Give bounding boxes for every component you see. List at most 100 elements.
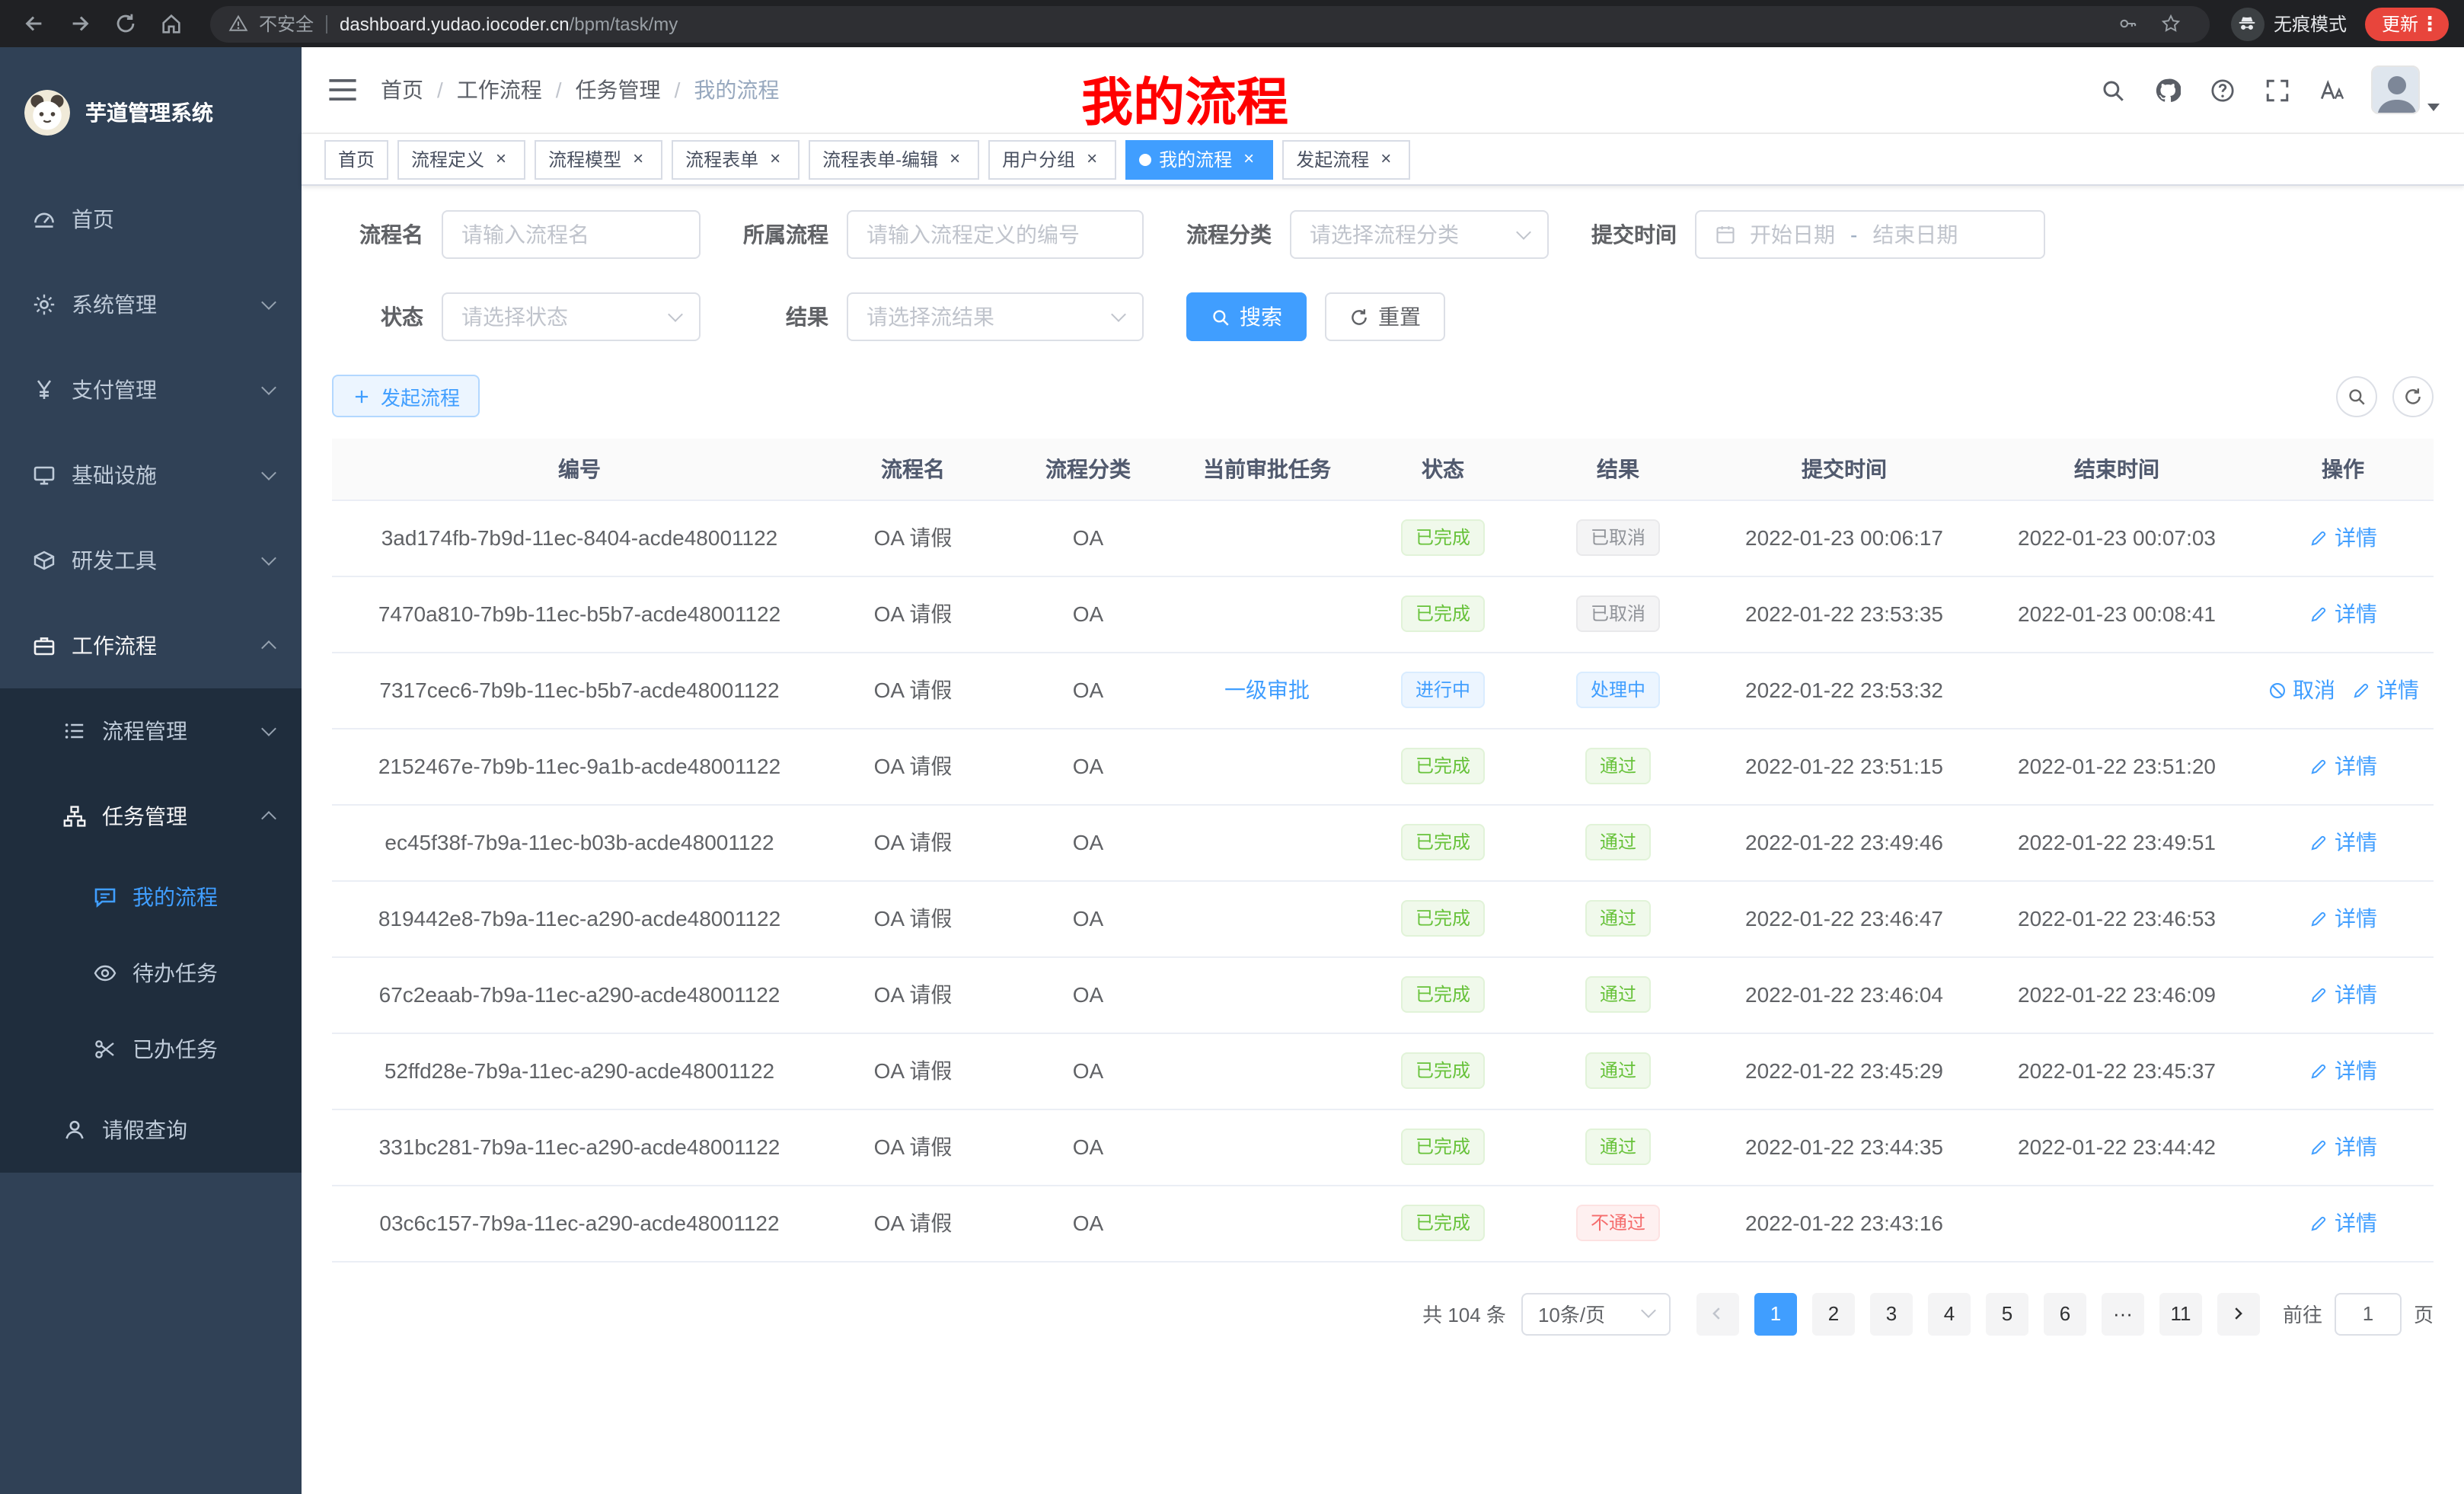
next-page-button[interactable] [2217,1292,2260,1335]
sidebar-item-home[interactable]: 首页 [0,177,302,262]
search-button[interactable]: 搜索 [1186,292,1307,341]
end-time-cell: 2022-01-22 23:45:37 [1981,1033,2252,1109]
cancel-link[interactable]: 取消 [2267,675,2335,705]
url-path[interactable]: /bpm/task/my [570,13,678,34]
github-icon[interactable] [2152,75,2182,105]
sidebar-item-payment-management[interactable]: 支付管理 [0,347,302,433]
category-cell: OA [999,804,1177,880]
tab-item[interactable]: 首页 [324,139,388,179]
id-cell: 7317cec6-7b9b-11ec-b5b7-acde48001122 [332,652,827,728]
sidebar-item-workflow[interactable]: 工作流程 [0,603,302,688]
page-button-2[interactable]: 2 [1812,1292,1855,1335]
sidebar-collapse-button[interactable] [326,73,359,107]
detail-link[interactable]: 详情 [2309,903,2377,934]
sidebar-item-infrastructure[interactable]: 基础设施 [0,433,302,518]
tab-item[interactable]: 流程定义× [397,139,525,179]
page-button-11[interactable]: 11 [2159,1292,2202,1335]
page-button-3[interactable]: 3 [1870,1292,1913,1335]
sidebar-item-done-task[interactable]: 已办任务 [0,1011,302,1087]
tab-item[interactable]: 发起流程 × [1282,139,1410,179]
update-button[interactable]: 更新 ⋮ [2365,7,2449,40]
tab-label: 发起流程 [1296,146,1369,172]
forward-icon[interactable] [61,5,97,42]
tab-close-icon[interactable]: × [764,148,786,170]
toggle-search-button[interactable] [2336,375,2377,417]
create-process-button[interactable]: 发起流程 [332,375,480,417]
sidebar-item-system-management[interactable]: 系统管理 [0,262,302,347]
tab-close-icon[interactable]: × [944,148,965,170]
sidebar-item-label: 任务管理 [102,801,187,832]
category-select[interactable]: 请选择流程分类 [1290,210,1549,259]
tab-close-icon[interactable]: × [490,148,512,170]
process-name-input[interactable] [442,210,701,259]
fullscreen-icon[interactable] [2261,75,2292,105]
sidebar-item-leave-query[interactable]: 请假查询 [0,1087,302,1173]
tab-close-icon[interactable]: × [1375,148,1396,170]
task-link[interactable]: 一级审批 [1224,675,1310,705]
home-icon[interactable] [152,5,189,42]
incognito-badge[interactable]: 无痕模式 [2231,7,2347,40]
tab-item[interactable]: 流程表单-编辑× [809,139,979,179]
page-button-6[interactable]: 6 [2044,1292,2086,1335]
help-icon[interactable] [2207,75,2237,105]
detail-link[interactable]: 详情 [2309,1055,2377,1086]
tab-close-icon[interactable]: × [627,148,649,170]
current-task-cell [1177,728,1357,804]
refresh-table-button[interactable] [2392,375,2434,417]
tab-close-icon[interactable]: × [1081,148,1103,170]
font-size-icon[interactable] [2316,75,2347,105]
page-button-5[interactable]: 5 [1986,1292,2028,1335]
date-range-picker[interactable]: 开始日期 - 结束日期 [1695,210,2045,259]
process-definition-input[interactable] [847,210,1144,259]
breadcrumb-item[interactable]: 任务管理 [576,75,661,105]
detail-link[interactable]: 详情 [2309,751,2377,781]
back-icon[interactable] [15,5,52,42]
detail-link[interactable]: 详情 [2309,827,2377,857]
status-select[interactable]: 请选择状态 [442,292,701,341]
status-tag: 已完成 [1402,1205,1484,1241]
detail-link[interactable]: 详情 [2309,1208,2377,1238]
tab-close-icon[interactable]: × [1238,148,1259,170]
detail-link[interactable]: 详情 [2351,675,2419,705]
detail-link[interactable]: 详情 [2309,979,2377,1010]
breadcrumb-item[interactable]: 工作流程 [457,75,542,105]
yen-icon [30,377,56,403]
detail-link[interactable]: 详情 [2309,599,2377,629]
sidebar-menu: 首页系统管理支付管理基础设施研发工具工作流程流程管理任务管理我的流程待办任务已办… [0,177,302,1173]
goto-page-input[interactable] [2335,1292,2402,1335]
refresh-icon[interactable] [107,5,143,42]
tab-item[interactable]: 我的流程× [1125,139,1273,179]
bookmark-star-icon[interactable] [2161,13,2182,34]
reset-button[interactable]: 重置 [1325,292,1445,341]
app-logo-row[interactable]: 芋道管理系统 [0,47,302,177]
sidebar-item-task-management[interactable]: 任务管理 [0,774,302,859]
detail-link[interactable]: 详情 [2309,522,2377,553]
security-label[interactable]: 不安全 [259,11,314,37]
sidebar-item-todo-task[interactable]: 待办任务 [0,935,302,1011]
sidebar-item-my-process[interactable]: 我的流程 [0,859,302,935]
tab-item[interactable]: 用户分组× [988,139,1116,179]
search-icon[interactable] [2097,75,2127,105]
key-icon[interactable] [2118,13,2140,34]
pagination-ellipsis[interactable]: ··· [2102,1292,2144,1335]
sidebar-item-process-management[interactable]: 流程管理 [0,688,302,774]
url-domain[interactable]: dashboard.yudao.iocoder.cn [340,13,570,34]
annotation-text: 我的流程 [1081,61,1288,136]
breadcrumb-item[interactable]: 首页 [381,75,423,105]
page-button-1[interactable]: 1 [1754,1292,1797,1335]
detail-label: 详情 [2335,827,2377,857]
tab-item[interactable]: 流程表单× [672,139,800,179]
user-avatar[interactable] [2371,65,2420,114]
sidebar-item-dev-tools[interactable]: 研发工具 [0,518,302,603]
avatar-caret-icon[interactable] [2427,104,2440,111]
address-bar[interactable]: 不安全 dashboard.yudao.iocoder.cn/bpm/task/… [210,5,2210,42]
result-select[interactable]: 请选择流结果 [847,292,1144,341]
prev-page-button[interactable] [1696,1292,1739,1335]
page-size-select[interactable]: 10条/页 [1521,1292,1671,1335]
tab-item[interactable]: 流程模型× [535,139,662,179]
detail-link[interactable]: 详情 [2309,1132,2377,1162]
browser-menu-icon[interactable]: ⋮ [2418,11,2441,36]
result-cell: 通过 [1529,1109,1707,1185]
submit-time-cell: 2022-01-22 23:46:04 [1707,956,1981,1033]
page-button-4[interactable]: 4 [1928,1292,1971,1335]
